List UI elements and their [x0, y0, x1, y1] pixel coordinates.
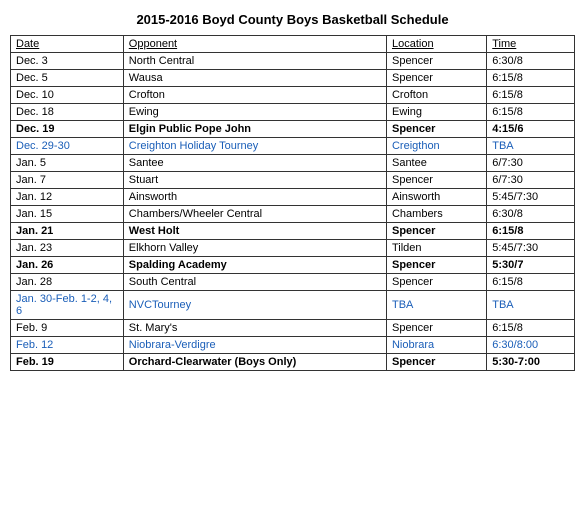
cell-date: Jan. 26: [11, 257, 124, 274]
cell-location: Spencer: [386, 121, 486, 138]
cell-date: Dec. 19: [11, 121, 124, 138]
cell-time: 5:30-7:00: [487, 354, 575, 371]
cell-opponent: Wausa: [123, 70, 386, 87]
cell-time: 6:30/8:00: [487, 337, 575, 354]
col-header-opponent: Opponent: [123, 36, 386, 53]
cell-date: Jan. 28: [11, 274, 124, 291]
cell-time: 5:45/7:30: [487, 189, 575, 206]
col-header-time: Time: [487, 36, 575, 53]
cell-time: 6:30/8: [487, 53, 575, 70]
table-row: Dec. 10CroftonCrofton6:15/8: [11, 87, 575, 104]
cell-time: 6/7:30: [487, 155, 575, 172]
cell-location: Spencer: [386, 172, 486, 189]
cell-location: Santee: [386, 155, 486, 172]
cell-opponent: Ewing: [123, 104, 386, 121]
table-row: Dec. 18EwingEwing6:15/8: [11, 104, 575, 121]
cell-time: 6:15/8: [487, 104, 575, 121]
table-row: Dec. 29-30Creighton Holiday TourneyCreig…: [11, 138, 575, 155]
cell-opponent: North Central: [123, 53, 386, 70]
cell-date: Jan. 21: [11, 223, 124, 240]
cell-date: Jan. 7: [11, 172, 124, 189]
cell-date: Feb. 12: [11, 337, 124, 354]
cell-opponent: Stuart: [123, 172, 386, 189]
cell-opponent: Elgin Public Pope John: [123, 121, 386, 138]
cell-opponent: Niobrara-Verdigre: [123, 337, 386, 354]
cell-date: Jan. 23: [11, 240, 124, 257]
schedule-container: 2015-2016 Boyd County Boys Basketball Sc…: [10, 12, 575, 371]
cell-opponent: South Central: [123, 274, 386, 291]
schedule-table: Date Opponent Location Time Dec. 3North …: [10, 35, 575, 371]
header-row: Date Opponent Location Time: [11, 36, 575, 53]
cell-time: 5:45/7:30: [487, 240, 575, 257]
cell-opponent: Spalding Academy: [123, 257, 386, 274]
table-row: Jan. 5SanteeSantee6/7:30: [11, 155, 575, 172]
cell-opponent: Elkhorn Valley: [123, 240, 386, 257]
cell-location: Tilden: [386, 240, 486, 257]
cell-location: Chambers: [386, 206, 486, 223]
table-row: Feb. 19Orchard-Clearwater (Boys Only)Spe…: [11, 354, 575, 371]
table-row: Jan. 7StuartSpencer6/7:30: [11, 172, 575, 189]
cell-location: Creigthon: [386, 138, 486, 155]
cell-date: Jan. 15: [11, 206, 124, 223]
cell-date: Dec. 5: [11, 70, 124, 87]
cell-date: Jan. 5: [11, 155, 124, 172]
cell-time: 6:30/8: [487, 206, 575, 223]
table-row: Feb. 9St. Mary'sSpencer6:15/8: [11, 320, 575, 337]
table-row: Dec. 19Elgin Public Pope JohnSpencer4:15…: [11, 121, 575, 138]
table-row: Jan. 15Chambers/Wheeler CentralChambers6…: [11, 206, 575, 223]
cell-time: TBA: [487, 291, 575, 320]
cell-opponent: West Holt: [123, 223, 386, 240]
cell-location: Spencer: [386, 274, 486, 291]
table-row: Jan. 12AinsworthAinsworth5:45/7:30: [11, 189, 575, 206]
table-row: Dec. 5WausaSpencer6:15/8: [11, 70, 575, 87]
cell-time: 6:15/8: [487, 320, 575, 337]
cell-date: Dec. 3: [11, 53, 124, 70]
table-row: Dec. 3North CentralSpencer6:30/8: [11, 53, 575, 70]
table-row: Jan. 26Spalding AcademySpencer5:30/7: [11, 257, 575, 274]
cell-time: 4:15/6: [487, 121, 575, 138]
cell-location: Ainsworth: [386, 189, 486, 206]
cell-opponent: Ainsworth: [123, 189, 386, 206]
cell-time: 6:15/8: [487, 70, 575, 87]
cell-time: 6:15/8: [487, 223, 575, 240]
table-row: Feb. 12Niobrara-VerdigreNiobrara6:30/8:0…: [11, 337, 575, 354]
cell-opponent: St. Mary's: [123, 320, 386, 337]
cell-date: Feb. 9: [11, 320, 124, 337]
cell-location: TBA: [386, 291, 486, 320]
table-row: Jan. 21West HoltSpencer6:15/8: [11, 223, 575, 240]
cell-opponent: Santee: [123, 155, 386, 172]
cell-date: Feb. 19: [11, 354, 124, 371]
cell-opponent: Crofton: [123, 87, 386, 104]
cell-location: Crofton: [386, 87, 486, 104]
col-header-date: Date: [11, 36, 124, 53]
table-row: Jan. 30-Feb. 1-2, 4, 6NVCTourneyTBATBA: [11, 291, 575, 320]
cell-location: Niobrara: [386, 337, 486, 354]
cell-opponent: NVCTourney: [123, 291, 386, 320]
cell-date: Dec. 10: [11, 87, 124, 104]
cell-location: Spencer: [386, 320, 486, 337]
table-row: Jan. 28South CentralSpencer6:15/8: [11, 274, 575, 291]
cell-location: Spencer: [386, 354, 486, 371]
cell-location: Ewing: [386, 104, 486, 121]
cell-date: Dec. 18: [11, 104, 124, 121]
cell-time: 6/7:30: [487, 172, 575, 189]
cell-location: Spencer: [386, 257, 486, 274]
cell-date: Dec. 29-30: [11, 138, 124, 155]
cell-opponent: Chambers/Wheeler Central: [123, 206, 386, 223]
cell-opponent: Orchard-Clearwater (Boys Only): [123, 354, 386, 371]
cell-location: Spencer: [386, 53, 486, 70]
cell-time: 6:15/8: [487, 274, 575, 291]
cell-time: 6:15/8: [487, 87, 575, 104]
cell-date: Jan. 30-Feb. 1-2, 4, 6: [11, 291, 124, 320]
table-row: Jan. 23Elkhorn ValleyTilden5:45/7:30: [11, 240, 575, 257]
cell-opponent: Creighton Holiday Tourney: [123, 138, 386, 155]
cell-time: 5:30/7: [487, 257, 575, 274]
cell-date: Jan. 12: [11, 189, 124, 206]
cell-location: Spencer: [386, 70, 486, 87]
cell-location: Spencer: [386, 223, 486, 240]
cell-time: TBA: [487, 138, 575, 155]
col-header-location: Location: [386, 36, 486, 53]
page-title: 2015-2016 Boyd County Boys Basketball Sc…: [10, 12, 575, 27]
